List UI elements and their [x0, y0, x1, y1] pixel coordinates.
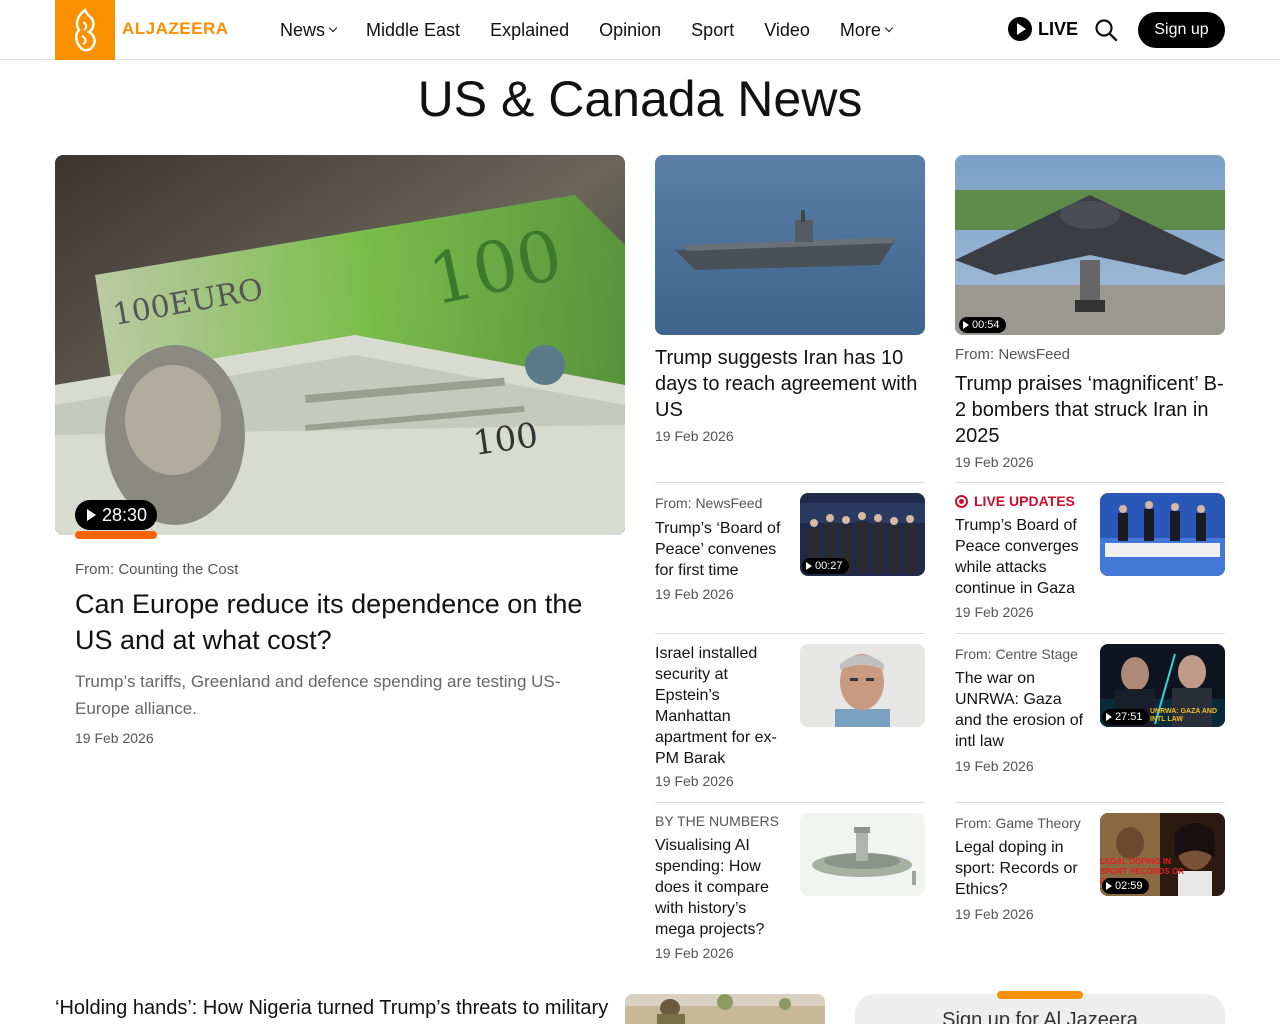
live-label: LIVE — [1038, 18, 1079, 39]
nav-news[interactable]: News — [280, 19, 338, 41]
card-title[interactable]: Trump’s ‘Board of Peace’ convenes for fi… — [655, 518, 790, 581]
feature-date: 19 Feb 2026 — [75, 730, 154, 746]
divider — [655, 802, 925, 803]
newsletter-heading: Sign up for Al Jazeera — [942, 1009, 1138, 1024]
logo-wordmark[interactable]: ALJAZEERA — [122, 19, 229, 39]
card-date: 19 Feb 2026 — [955, 604, 1034, 620]
card-date: 19 Feb 2026 — [955, 758, 1034, 774]
live-tag-text: LIVE UPDATES — [974, 493, 1075, 509]
play-icon — [1008, 17, 1032, 41]
card-image-carrier[interactable] — [655, 155, 925, 335]
duration-text: 02:59 — [1115, 880, 1143, 892]
bottom-story-image[interactable] — [625, 994, 825, 1024]
play-icon — [1106, 713, 1112, 721]
card-image-b2[interactable] — [955, 155, 1225, 335]
card-title[interactable]: Israel installed security at Epstein’s M… — [655, 643, 790, 769]
page-title: US & Canada News — [417, 71, 863, 127]
video-duration-badge[interactable]: 00:54 — [959, 317, 1006, 333]
accent-bar — [75, 531, 157, 539]
duration-text: 00:27 — [815, 560, 843, 572]
card-source[interactable]: From: Centre Stage — [955, 646, 1078, 662]
site-header: ALJAZEERA News Middle East Explained Opi… — [0, 0, 1280, 60]
card-date: 19 Feb 2026 — [955, 906, 1034, 922]
thumbnail-caption: UNRWA: GAZA AND INTL LAW — [1150, 708, 1218, 723]
play-icon — [806, 562, 812, 570]
card-date: 19 Feb 2026 — [955, 454, 1034, 470]
card-date: 19 Feb 2026 — [655, 586, 734, 602]
feature-image[interactable]: 100 100EURO 100 — [55, 155, 625, 535]
duration-text: 27:51 — [1115, 711, 1143, 723]
nav-label: Middle East — [366, 19, 461, 40]
divider — [655, 482, 925, 483]
newsletter-signup-box[interactable]: Sign up for Al Jazeera — [855, 991, 1225, 1024]
card-title[interactable]: Visualising AI spending: How does it com… — [655, 835, 790, 940]
card-title[interactable]: Trump suggests Iran has 10 days to reach… — [655, 345, 925, 423]
search-icon[interactable] — [1094, 18, 1118, 42]
main-nav: News Middle East Explained Opinion Sport… — [280, 0, 922, 60]
video-duration-badge[interactable]: 27:51 — [1102, 709, 1149, 725]
feature-source[interactable]: From: Counting the Cost — [75, 561, 238, 578]
card-title[interactable]: The war on UNRWA: Gaza and the erosion o… — [955, 668, 1090, 752]
live-button[interactable]: LIVE — [1008, 17, 1078, 41]
card-source[interactable]: From: NewsFeed — [655, 495, 762, 511]
nav-label: Video — [764, 19, 810, 40]
nav-label: Explained — [490, 19, 570, 40]
duration-text: 00:54 — [972, 319, 1000, 331]
nav-label: More — [839, 19, 881, 40]
chevron-down-icon — [884, 23, 894, 33]
video-duration-badge[interactable]: 02:59 — [1102, 878, 1149, 894]
nav-middle-east[interactable]: Middle East — [366, 20, 460, 41]
feature-title[interactable]: Can Europe reduce its dependence on the … — [75, 586, 615, 658]
divider — [955, 633, 1225, 634]
signup-button[interactable]: Sign up — [1138, 12, 1225, 48]
play-icon — [963, 321, 969, 329]
chevron-down-icon — [328, 23, 338, 33]
card-source[interactable]: From: Game Theory — [955, 815, 1081, 831]
card-date: 19 Feb 2026 — [655, 428, 734, 444]
live-dot-icon — [955, 494, 968, 508]
duration-text: 28:30 — [102, 504, 148, 525]
card-title[interactable]: Legal doping in sport: Records or Ethics… — [955, 837, 1090, 900]
logo-icon[interactable] — [55, 0, 115, 60]
card-date: 19 Feb 2026 — [655, 945, 734, 961]
nav-opinion[interactable]: Opinion — [599, 20, 661, 41]
nav-more[interactable]: More — [839, 19, 894, 41]
live-updates-tag: LIVE UPDATES — [955, 493, 1075, 509]
divider — [955, 802, 1225, 803]
card-title[interactable]: Trump’s Board of Peace converges while a… — [955, 515, 1090, 599]
nav-label: News — [280, 19, 326, 40]
video-duration-badge[interactable]: 28:30 — [75, 500, 158, 530]
card-source[interactable]: BY THE NUMBERS — [655, 813, 779, 829]
card-thumbnail[interactable] — [1100, 493, 1225, 576]
card-source[interactable]: From: NewsFeed — [955, 346, 1070, 363]
nav-label: Opinion — [599, 19, 662, 40]
nav-sport[interactable]: Sport — [691, 20, 734, 41]
play-icon — [87, 509, 96, 521]
card-title[interactable]: Trump praises ‘magnificent’ B-2 bombers … — [955, 371, 1225, 449]
video-duration-badge[interactable]: 00:27 — [802, 558, 849, 574]
bottom-story-title[interactable]: ‘Holding hands’: How Nigeria turned Trum… — [55, 995, 615, 1021]
divider — [655, 633, 925, 634]
accent-bar — [997, 991, 1083, 999]
feature-description: Trump’s tariffs, Greenland and defence s… — [75, 672, 561, 718]
card-thumbnail[interactable] — [800, 644, 925, 727]
card-date: 19 Feb 2026 — [655, 773, 734, 789]
nav-video[interactable]: Video — [764, 20, 810, 41]
divider — [955, 482, 1225, 483]
nav-label: Sport — [691, 19, 735, 40]
card-thumbnail[interactable] — [800, 813, 925, 896]
nav-explained[interactable]: Explained — [490, 20, 569, 41]
play-icon — [1106, 882, 1112, 890]
